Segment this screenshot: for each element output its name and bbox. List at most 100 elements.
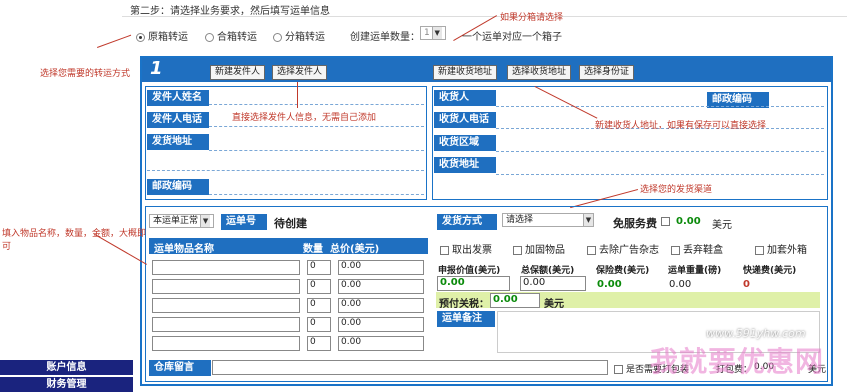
checkbox-icon[interactable] [671, 245, 680, 255]
items-name-header: 运单物品名称 [154, 244, 214, 255]
checkbox-icon[interactable] [587, 245, 596, 255]
sender-zip-label: 邮政编码 [147, 179, 209, 195]
weight-value: 0.00 [669, 279, 692, 290]
item-qty-input[interactable]: 0 [307, 336, 331, 351]
items-total-header: 总价(美元) [330, 244, 380, 255]
option-remove-ads[interactable]: 去除广告杂志 [587, 241, 659, 256]
items-qty-header: 数量 [303, 244, 323, 255]
receiver-address-label: 收货地址 [434, 157, 496, 173]
checkbox-icon[interactable] [440, 245, 449, 255]
annotation-channel-tip: 选择您的发货渠道 [640, 185, 713, 195]
insured-value-input[interactable]: 0.00 [520, 276, 586, 291]
item-total-input[interactable]: 0.00 [338, 317, 424, 332]
left-sidebar [0, 0, 122, 390]
transit-option-combine[interactable]: 合箱转运 [205, 28, 257, 43]
prepay-label: 预付关税： [439, 299, 489, 310]
new-receiver-button[interactable]: 新建收货地址 [433, 65, 498, 80]
item-name-input[interactable] [152, 260, 300, 275]
sender-address-field[interactable] [209, 150, 424, 151]
annotation-transit-mode: 选择您需要的转运方式 [40, 69, 131, 79]
chevron-down-icon: ▼ [431, 27, 442, 39]
checkbox-icon[interactable] [614, 364, 623, 374]
waybill-number-label: 运单号 [221, 214, 267, 230]
item-qty-input[interactable]: 0 [307, 317, 331, 332]
nav-account-info[interactable]: 账户信息 [0, 360, 133, 375]
chevron-down-icon: ▼ [200, 215, 211, 227]
select-sender-button[interactable]: 选择发件人 [272, 65, 328, 80]
checkbox-icon[interactable] [513, 245, 522, 255]
receiver-name-field[interactable] [496, 106, 824, 107]
warehouse-label: 仓库留言 [149, 360, 211, 376]
receiver-phone-label: 收货人电话 [434, 112, 496, 128]
chevron-down-icon: ▼ [583, 214, 593, 226]
free-service-label: 免服务费 [613, 217, 657, 230]
item-name-input[interactable] [152, 317, 300, 332]
annotation-arrow [297, 82, 298, 108]
item-name-input[interactable] [152, 298, 300, 313]
receiver-region-label: 收货区域 [434, 135, 496, 151]
warehouse-input[interactable] [212, 360, 608, 375]
radio-icon[interactable] [273, 32, 282, 42]
new-sender-button[interactable]: 新建发件人 [210, 65, 266, 80]
free-service-unit: 美元 [712, 220, 732, 231]
waybill-count-select[interactable]: 1 ▼ [420, 26, 446, 40]
item-total-input[interactable]: 0.00 [338, 279, 424, 294]
express-fee-label: 快递费(美元) [743, 266, 797, 276]
watermark-text: 我就要优惠网 [650, 345, 825, 378]
item-total-input[interactable]: 0.00 [338, 298, 424, 313]
sender-phone-field[interactable] [209, 126, 424, 127]
prepay-input[interactable]: 0.00 [490, 293, 540, 308]
weight-label: 运单重量(磅) [668, 266, 722, 276]
divider [122, 16, 847, 17]
option-take-invoice[interactable]: 取出发票 [440, 241, 492, 256]
radio-icon[interactable] [205, 32, 214, 42]
insured-value-label: 总保额(美元) [521, 266, 575, 276]
transit-option-original[interactable]: 原箱转运 [136, 28, 188, 43]
declared-value-input[interactable]: 0.00 [437, 276, 510, 291]
free-service-checkbox[interactable] [661, 216, 673, 227]
sender-address-line2[interactable] [147, 170, 424, 171]
select-receiver-button[interactable]: 选择收货地址 [507, 65, 572, 80]
option-reinforce[interactable]: 加固物品 [513, 241, 565, 256]
shipping-method-select[interactable]: 请选择 ▼ [502, 213, 594, 227]
sender-zip-field[interactable] [209, 194, 424, 195]
item-qty-input[interactable]: 0 [307, 298, 331, 313]
insurance-fee-value: 0.00 [597, 279, 622, 290]
annotation-split-box: 如果分箱请选择 [500, 13, 564, 23]
receiver-name-label: 收货人 [434, 90, 496, 106]
waybill-status-select[interactable]: 本运单正常 ▼ [149, 214, 215, 228]
sender-name-label: 发件人姓名 [147, 90, 209, 106]
receiver-address-field[interactable] [496, 174, 824, 175]
waybill-number-badge: 1 [150, 58, 163, 79]
shipping-method-label: 发货方式 [437, 214, 497, 230]
annotation-items-tip: 填入物品名称，数量，金额，大概即可 [2, 229, 147, 252]
annotation-sender-tip: 直接选择发件人信息，无需自己添加 [232, 113, 377, 123]
select-id-button[interactable]: 选择身份证 [579, 65, 635, 80]
prepay-unit: 美元 [544, 299, 564, 310]
remark-label: 运单备注 [437, 311, 495, 327]
waybill-number-value: 待创建 [274, 217, 307, 230]
free-service-value: 0.00 [676, 216, 701, 227]
step-title: 第二步：请选择业务要求，然后填写运单信息 [130, 6, 330, 17]
item-total-input[interactable]: 0.00 [338, 260, 424, 275]
sender-address-label: 发货地址 [147, 134, 209, 150]
item-name-input[interactable] [152, 336, 300, 351]
sender-name-field[interactable] [209, 104, 424, 105]
sender-phone-label: 发件人电话 [147, 112, 209, 128]
items-list: 0 0.00 0 0.00 0 0.00 0 0.00 0 0.00 [149, 258, 428, 354]
insurance-fee-label: 保险费(美元) [596, 266, 650, 276]
option-outer-box[interactable]: 加套外箱 [755, 241, 807, 256]
item-qty-input[interactable]: 0 [307, 279, 331, 294]
item-total-input[interactable]: 0.00 [338, 336, 424, 351]
receiver-region-field[interactable] [496, 151, 824, 152]
transit-option-split[interactable]: 分箱转运 [273, 28, 325, 43]
item-qty-input[interactable]: 0 [307, 260, 331, 275]
waybill-count-note: 一个运单对应一个箱子 [462, 32, 562, 43]
item-name-input[interactable] [152, 279, 300, 294]
checkbox-icon[interactable] [755, 245, 764, 255]
option-discard-shoebox[interactable]: 丢弃鞋盒 [671, 241, 723, 256]
express-fee-value: 0 [743, 279, 750, 290]
declared-value-label: 申报价值(美元) [438, 266, 501, 276]
checkbox-icon[interactable] [661, 216, 670, 226]
radio-icon[interactable] [136, 32, 145, 42]
